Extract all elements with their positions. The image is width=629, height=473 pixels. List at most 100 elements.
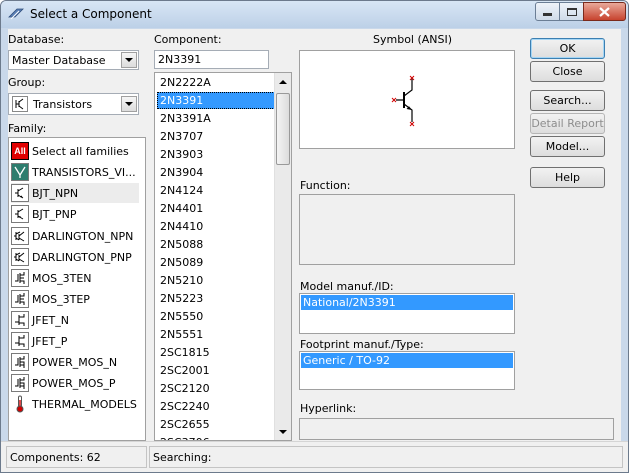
jfet-n-icon [11,311,29,329]
symbol-preview [299,50,515,149]
family-item-all[interactable]: All Select all families [11,141,139,161]
group-label: Group: [8,76,46,89]
scroll-down-button[interactable] [275,423,291,440]
component-item[interactable]: 2N4410 [157,218,275,235]
hyperlink-label: Hyperlink: [300,402,357,415]
family-item-power-mos-p[interactable]: POWER_MOS_P [11,373,139,393]
symbol-label: Symbol (ANSI) [373,33,453,46]
component-item[interactable]: 2N3391A [157,110,275,127]
family-item-darlington-npn[interactable]: DARLINGTON_NPN [11,226,139,246]
family-item-mos-3tep[interactable]: MOS_3TEP [11,289,139,309]
model-item-selected[interactable]: National/2N3391 [301,295,513,310]
component-list[interactable]: 2N2222A 2N3391 2N3391A 2N3707 2N3903 2N3904 2N… [154,72,292,441]
chevron-down-icon [279,429,287,434]
component-item[interactable]: 2N4401 [157,200,275,217]
searching-status: Searching: [149,446,623,468]
model-button[interactable]: Model... [530,136,605,157]
component-item-selected[interactable]: 2N3391 [157,92,275,109]
component-item[interactable]: 2N2222A [157,74,275,91]
vertical-scrollbar[interactable] [274,73,291,440]
component-item[interactable]: 2SC2001 [157,362,275,379]
function-label: Function: [300,179,351,192]
family-item-bjt-npn[interactable]: BJT_NPN [11,183,139,203]
thermometer-icon [11,395,29,413]
search-button[interactable]: Search... [530,90,605,111]
chevron-up-icon [279,79,287,84]
transistor-group-icon [12,96,28,112]
scroll-thumb[interactable] [276,93,290,165]
jfet-p-icon [11,332,29,350]
dialog-client-area: Database: Master Database Group: Transis… [8,29,621,466]
mos-3tep-icon [11,290,29,308]
database-value: Master Database [12,54,106,67]
footprint-item-selected[interactable]: Generic / TO-92 [301,353,513,368]
component-search-input[interactable]: 2N3391 [154,50,269,69]
maximize-icon [566,7,577,16]
help-button[interactable]: Help [530,167,605,188]
ok-button[interactable]: OK [530,38,605,59]
family-item-transistors-virtual[interactable]: TRANSISTORS_VI... [11,162,139,182]
function-field [299,194,515,265]
power-mos-n-icon [11,353,29,371]
window-title: Select a Component [30,7,152,21]
mos-3ten-icon [11,269,29,287]
bjt-pnp-icon [11,205,29,223]
model-manuf-label: Model manuf./ID: [300,280,394,293]
component-item[interactable]: 2SC2655 [157,416,275,433]
bjt-npn-icon [11,184,29,202]
family-item-bjt-pnp[interactable]: BJT_PNP [11,204,139,224]
group-select[interactable]: Transistors [8,93,139,115]
component-item[interactable]: 2N4124 [157,182,275,199]
family-item-darlington-pnp[interactable]: DARLINGTON_PNP [11,247,139,267]
components-count: Components: 62 [6,446,147,468]
maximize-button[interactable] [559,2,584,21]
family-label: Family: [8,122,47,135]
darlington-pnp-icon [11,248,29,266]
minimize-icon [543,13,552,16]
power-mos-p-icon [11,374,29,392]
family-item-power-mos-n[interactable]: POWER_MOS_N [11,352,139,372]
group-value: Transistors [33,98,93,111]
status-bar: Components: 62 Searching: [1,441,628,472]
title-bar[interactable]: Select a Component [1,1,628,28]
component-item[interactable]: 2SC2240 [157,398,275,415]
component-item[interactable]: 2N5210 [157,272,275,289]
minimize-button[interactable] [535,2,560,21]
close-window-button[interactable] [583,2,626,21]
family-item-jfet-p[interactable]: JFET_P [11,331,139,351]
footprint-list[interactable]: Generic / TO-92 [299,351,515,390]
detail-report-button[interactable]: Detail Report [530,113,605,134]
close-button[interactable]: Close [530,61,605,82]
npn-transistor-symbol-icon [391,75,415,127]
component-item[interactable]: 2SC1815 [157,344,275,361]
model-list[interactable]: National/2N3391 [299,293,515,334]
select-component-dialog: Select a Component Database: Master Data… [0,0,629,473]
component-value: 2N3391 [158,53,202,66]
family-item-mos-3ten[interactable]: MOS_3TEN [11,268,139,288]
component-item[interactable]: 2N5550 [157,308,275,325]
family-item-jfet-n[interactable]: JFET_N [11,310,139,330]
scroll-up-button[interactable] [275,73,291,90]
chevron-down-icon[interactable] [121,96,137,112]
component-item[interactable]: 2N5551 [157,326,275,343]
component-item[interactable]: 2N3707 [157,128,275,145]
component-item[interactable]: 2N5223 [157,290,275,307]
family-item-thermal-models[interactable]: THERMAL_MODELS [11,394,139,414]
darlington-npn-icon [11,227,29,245]
footprint-label: Footprint manuf./Type: [300,338,424,351]
component-item[interactable]: 2N5088 [157,236,275,253]
component-item[interactable]: 2SC2120 [157,380,275,397]
component-item[interactable]: 2N3904 [157,164,275,181]
all-families-icon: All [11,142,29,160]
virtual-transistor-icon [11,163,29,181]
database-label: Database: [8,33,65,46]
database-select[interactable]: Master Database [8,50,139,70]
chevron-down-icon[interactable] [121,52,137,68]
component-wizard-icon [8,8,24,20]
hyperlink-field [299,418,614,440]
component-item[interactable]: 2N3903 [157,146,275,163]
component-item[interactable]: 2N5089 [157,254,275,271]
component-label: Component: [154,33,222,46]
family-list[interactable]: All Select all families TRANSISTORS_VI..… [8,137,146,441]
component-item[interactable]: 2SC3706 [157,434,275,440]
